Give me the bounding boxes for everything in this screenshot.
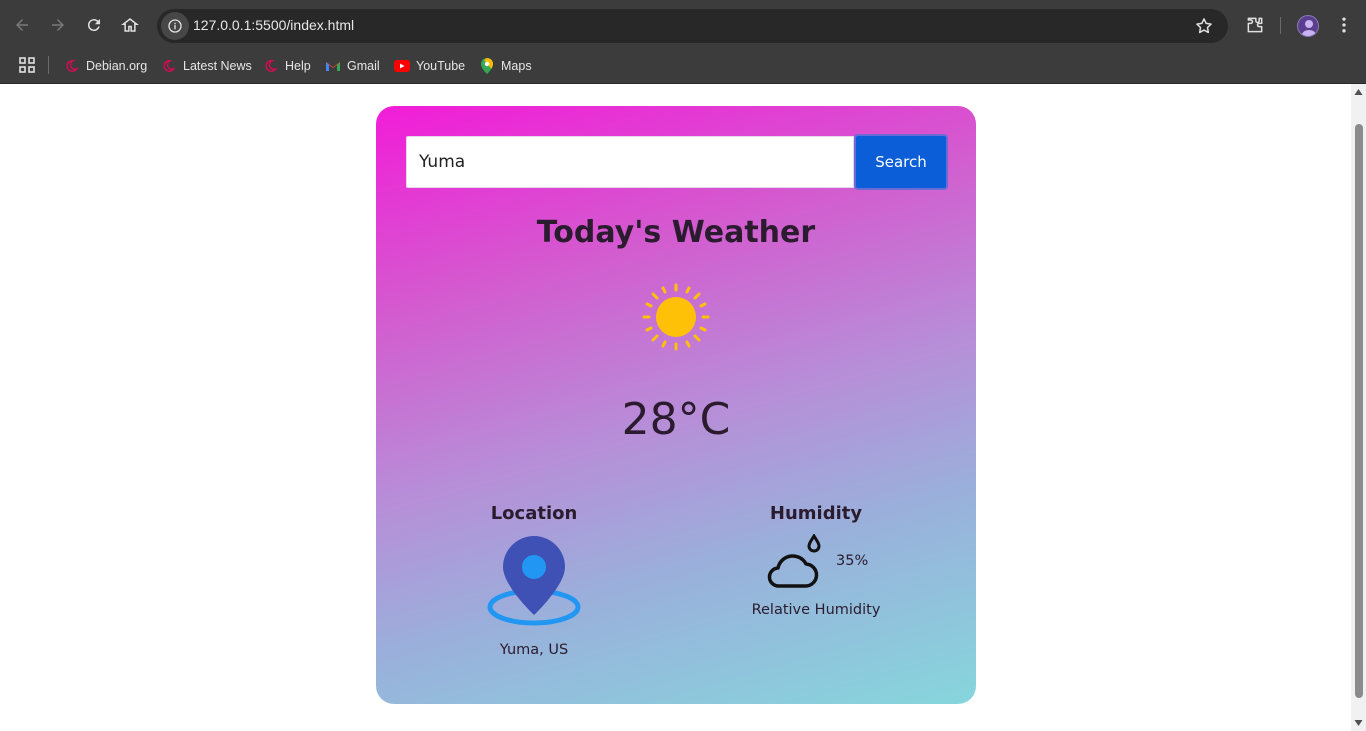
forward-button[interactable] [46, 13, 70, 37]
maps-icon [479, 58, 495, 74]
debian-icon [263, 58, 279, 74]
location-value: Yuma, US [499, 642, 569, 658]
cloud-humidity-icon [767, 534, 821, 588]
home-button[interactable] [118, 13, 142, 37]
home-icon [121, 18, 139, 32]
bookmark-label: YouTube [416, 59, 466, 73]
address-bar[interactable]: 127.0.0.1:5500/index.html [157, 9, 1228, 43]
page-viewport: Search Today's Weather [0, 84, 1351, 731]
scroll-up-arrow-icon[interactable] [1354, 88, 1363, 96]
reload-button[interactable] [82, 13, 106, 37]
temperature-value: 28°C [621, 394, 731, 445]
bookmark-label: Debian.org [86, 59, 148, 73]
bookmark-star-icon[interactable] [1194, 16, 1214, 40]
url-text[interactable]: 127.0.0.1:5500/index.html [193, 17, 354, 33]
forward-arrow-icon [52, 19, 64, 31]
debian-icon [64, 58, 80, 74]
apps-grid-icon[interactable] [18, 56, 36, 78]
page-scrollbar[interactable] [1351, 84, 1366, 731]
bookmark-latest-news[interactable]: Latest News [161, 55, 252, 77]
bookmark-label: Latest News [183, 59, 252, 73]
reload-icon [87, 19, 100, 32]
browser-toolbar: 127.0.0.1:5500/index.html [0, 0, 1366, 50]
bookmark-help[interactable]: Help [263, 55, 311, 77]
bookmark-maps[interactable]: Maps [479, 55, 532, 77]
humidity-label: Relative Humidity [751, 602, 881, 618]
toolbar-divider [1280, 17, 1281, 34]
gmail-icon [325, 58, 341, 74]
city-search-input[interactable] [406, 136, 854, 188]
menu-kebab-icon[interactable] [1332, 13, 1356, 37]
bookmark-youtube[interactable]: YouTube [394, 55, 465, 77]
bookmark-label: Gmail [347, 59, 380, 73]
search-button[interactable]: Search [854, 134, 948, 190]
extensions-icon[interactable] [1243, 13, 1267, 37]
bookmark-debian[interactable]: Debian.org [64, 55, 147, 77]
site-info-icon[interactable] [161, 12, 189, 40]
bookmark-label: Help [285, 59, 311, 73]
location-pin-icon [487, 536, 581, 626]
bookmarks-divider [48, 56, 49, 74]
debian-icon [161, 58, 177, 74]
youtube-icon [394, 58, 410, 74]
weather-card: Search Today's Weather [376, 106, 976, 704]
bookmark-label: Maps [501, 59, 532, 73]
profile-avatar[interactable] [1297, 15, 1319, 37]
humidity-title: Humidity [769, 503, 863, 524]
back-button[interactable] [10, 13, 34, 37]
sun-icon [642, 283, 710, 351]
scroll-down-arrow-icon[interactable] [1354, 719, 1363, 727]
location-title: Location [490, 503, 578, 524]
humidity-value: 35% [836, 553, 869, 569]
bookmark-gmail[interactable]: Gmail [325, 55, 380, 77]
bookmarks-bar: Debian.org Latest News Help Gmail YouTub… [0, 50, 1366, 84]
scrollbar-thumb[interactable] [1355, 124, 1363, 698]
back-arrow-icon [16, 19, 28, 31]
page-title: Today's Weather [536, 215, 816, 250]
